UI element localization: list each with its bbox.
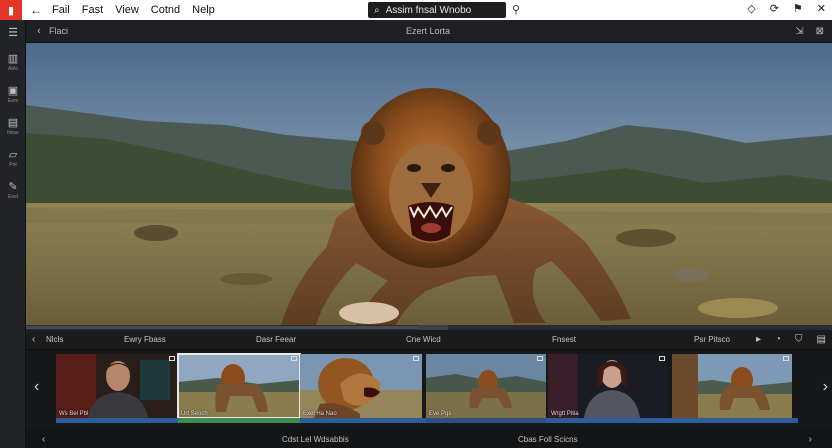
menu-item-view[interactable]: View (115, 4, 139, 16)
voice-search-icon[interactable]: ⚲ (512, 3, 520, 16)
bottom-bar: ‹ Cdst Lel Wdsabbis Cbas Foll Scicns › (26, 430, 832, 448)
clip-thumbnail[interactable]: Wrgtt Pitia (548, 354, 668, 418)
timeline-label: Psr Pitsco (694, 335, 731, 344)
clip-caption: Ws Bel Pbl (59, 411, 89, 417)
clip-caption: Exel Ha Nao (303, 411, 337, 417)
timeline-label: Fnsest (552, 335, 577, 344)
viewer-controls: ⇲ ⊠ (795, 26, 824, 37)
edit-icon: ▣ (7, 84, 19, 97)
timeline-header: ‹ Nlcls Ewry Fbass Dasr Feear Cne Wicd F… (26, 330, 832, 350)
clip-corner-icon (783, 356, 789, 361)
clip-caption: Eve Pgs (429, 411, 452, 417)
clip-thumbnail-selected[interactable]: Urt Seoch (177, 353, 301, 419)
list-icon[interactable]: ▤ (817, 334, 826, 345)
clip-corner-icon (537, 356, 543, 361)
clip-corner-icon (169, 356, 175, 361)
bottom-label: Cbas Foll Scicns (518, 434, 578, 444)
play-icon[interactable]: ▸ (756, 334, 761, 345)
expand-icon[interactable]: ⇲ (795, 26, 803, 37)
search-box[interactable]: ⌕ (368, 2, 506, 18)
timeline-label: Ewry Fbass (124, 335, 166, 344)
flag-icon[interactable]: ⚑ (793, 2, 803, 15)
clips-prev-icon[interactable]: ‹ (34, 378, 39, 396)
speed-icon[interactable]: ◔ (775, 334, 781, 345)
tool-media[interactable]: ▥ Ablo (0, 46, 26, 78)
clip-thumbnail[interactable]: Eve Pgs (426, 354, 546, 418)
menu-item-control[interactable]: Cotnd (151, 4, 180, 16)
clip-caption: Urt Seoch (181, 411, 208, 417)
paint-icon: ▱ (8, 148, 18, 161)
tool-label: Pnt (9, 161, 17, 168)
clip-image (300, 354, 422, 418)
viewer-back-icon[interactable]: ‹ (29, 25, 49, 37)
window-controls: ◇ ⟳ ⚑ ✕ (747, 2, 826, 15)
bottom-label: Cdst Lel Wdsabbis (282, 434, 349, 444)
search-icon: ⌕ (374, 4, 380, 16)
timeline-track[interactable] (56, 418, 798, 423)
left-toolbar: ☰ ▥ Ablo ▣ Eem ▤ Nnse ▱ Pnt ✎ Ensl (0, 20, 26, 448)
viewer-header: ‹ Flaci Ezert Lorta ⇲ ⊠ (26, 20, 832, 43)
track-segment (426, 418, 546, 423)
clip-corner-icon (291, 356, 297, 361)
preview-frame (26, 43, 832, 325)
clip-strip: ‹ › Ws Bel Pbl Urt Seoch Exel Ha Nao Eve… (26, 350, 832, 430)
close-icon[interactable]: ✕ (817, 2, 826, 15)
clip-corner-icon (659, 356, 665, 361)
clip-thumbnail[interactable] (672, 354, 792, 418)
clip-caption: Wrgtt Pitia (551, 411, 579, 417)
clip-thumbnail[interactable]: Ws Bel Pbl (56, 354, 178, 418)
timeline-back-icon[interactable]: ‹ (32, 334, 35, 345)
clip-image (426, 354, 546, 418)
timeline-label: Cne Wicd (406, 335, 441, 344)
bottom-next-icon[interactable]: › (809, 434, 812, 445)
media-icon: ▥ (7, 52, 19, 65)
clips-next-icon[interactable]: › (823, 378, 828, 396)
clip-image (56, 354, 178, 418)
video-preview[interactable] (26, 43, 832, 325)
clip-image (178, 354, 300, 418)
back-arrow-icon[interactable]: ← (28, 3, 44, 17)
breadcrumb[interactable]: Flaci (49, 26, 68, 36)
clip-image (672, 354, 792, 418)
clip-thumbnail[interactable]: Exel Ha Nao (300, 354, 422, 418)
app-logo-icon[interactable]: ▮ (0, 0, 22, 20)
scrubber-progress (26, 326, 418, 329)
timeline-label: Nlcls (46, 335, 64, 344)
tool-paint[interactable]: ▱ Pnt (0, 142, 26, 174)
tool-label: Ablo (7, 65, 18, 72)
timeline-label: Dasr Feear (256, 335, 297, 344)
track-segment-selected (178, 418, 300, 423)
menu-item-file[interactable]: Fail (52, 4, 70, 16)
tool-label: Eem (7, 97, 19, 104)
hamburger-menu-icon[interactable]: ☰ (0, 20, 26, 46)
menu-bar: ▮ ← Fail Fast View Cotnd Nelp ⌕ ⚲ ◇ ⟳ ⚑ … (0, 0, 832, 20)
tool-label: Nnse (7, 129, 19, 136)
fullscreen-icon[interactable]: ⊠ (816, 26, 824, 37)
clip-image (548, 354, 668, 418)
layers-icon: ▤ (7, 116, 19, 129)
menu-item-edit[interactable]: Fast (82, 4, 103, 16)
viewer-title: Ezert Lorta (406, 26, 451, 36)
bookmark-icon[interactable]: ⛉ (795, 334, 803, 345)
refresh-icon[interactable]: ⟳ (770, 2, 779, 15)
menu-item-help[interactable]: Nelp (192, 4, 215, 16)
tool-edit[interactable]: ▣ Eem (0, 78, 26, 110)
tool-label: Ensl (8, 193, 18, 200)
settings-icon[interactable]: ◇ (747, 2, 755, 15)
search-input[interactable] (385, 4, 486, 16)
menu-items: Fail Fast View Cotnd Nelp (52, 4, 215, 16)
clip-corner-icon (413, 356, 419, 361)
timeline-controls: ▸ ◔ ⛉ ▤ (756, 334, 826, 345)
bottom-prev-icon[interactable]: ‹ (42, 434, 45, 445)
tool-layers[interactable]: ▤ Nnse (0, 110, 26, 142)
brush-icon: ✎ (8, 180, 18, 193)
tool-brush[interactable]: ✎ Ensl (0, 174, 26, 206)
